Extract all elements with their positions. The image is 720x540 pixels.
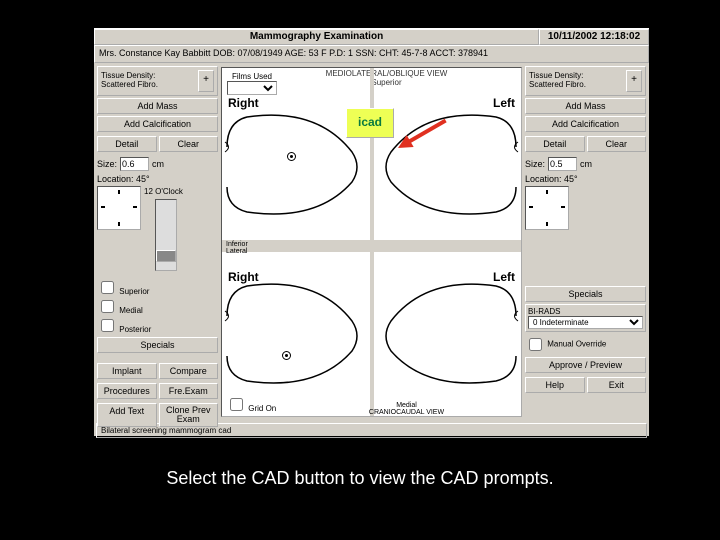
add-calcification-button-r[interactable]: Add Calcification [525,116,646,132]
clone-prev-button[interactable]: Clone Prev Exam [159,403,219,427]
left-label-top: Left [493,96,515,110]
horizontal-divider: Inferior Lateral [222,240,521,252]
window-title: Mammography Examination [94,29,539,45]
slide-caption: Select the CAD button to view the CAD pr… [0,468,720,489]
detail-button[interactable]: Detail [97,136,157,152]
app-window: Mammography Examination 10/11/2002 12:18… [93,27,650,437]
right-panel: Tissue Density: Scattered Fibro. + Add M… [522,63,649,421]
compare-button[interactable]: Compare [159,363,219,379]
implant-button[interactable]: Implant [97,363,157,379]
left-label-bot: Left [493,270,515,284]
status-bar: Bilateral screening mammogram cad [96,423,647,438]
size-label-r: Size: [525,159,545,169]
location-label: Location: 45° [97,174,218,184]
add-mass-button[interactable]: Add Mass [97,98,218,114]
cc-view-label: CRANIOCAUDAL VIEW [369,409,444,416]
marker-right-mlo[interactable] [287,152,296,161]
specials-button[interactable]: Specials [97,337,218,353]
posterior-checkbox[interactable]: Posterior [97,316,218,335]
size-unit-r: cm [580,159,592,169]
tissue-density-label: Tissue Density: Scattered Fibro. [101,72,196,90]
right-cc-quadrant[interactable]: Right [222,266,370,406]
add-text-button[interactable]: Add Text [97,403,157,427]
tissue-plus-button-r[interactable]: + [626,70,642,92]
lateral-label: Lateral [226,248,247,255]
twelve-oclock-label: 12 O'Clock [144,187,183,196]
exit-button[interactable]: Exit [587,377,647,393]
manual-override-checkbox[interactable]: Manual Override [525,335,646,354]
marker-right-cc[interactable] [282,351,291,360]
approve-preview-button[interactable]: Approve / Preview [525,357,646,373]
films-used-label: Films Used [232,72,272,81]
tissue-density-box: Tissue Density: Scattered Fibro. + [97,66,218,96]
clear-button[interactable]: Clear [159,136,219,152]
size-input[interactable] [120,157,149,171]
clock-dial-r[interactable] [525,186,569,230]
medial-label: Medial [396,402,417,409]
clock-dial[interactable] [97,186,141,230]
superior-label: Superior [272,78,501,87]
add-mass-button-r[interactable]: Add Mass [525,98,646,114]
diagram-area: Films Used MEDIOLATERAL/OBLIQUE VIEW Sup… [221,67,522,417]
size-label: Size: [97,159,117,169]
left-cc-quadrant[interactable]: Left [373,266,521,406]
size-input-r[interactable] [548,157,577,171]
patient-summary: Mrs. Constance Kay Babbitt DOB: 07/08/19… [94,45,649,63]
superior-checkbox[interactable]: Superior [97,278,218,297]
tissue-plus-button[interactable]: + [198,70,214,92]
window-header: Mammography Examination 10/11/2002 12:18… [94,28,649,45]
detail-button-r[interactable]: Detail [525,136,585,152]
specials-button-r[interactable]: Specials [525,286,646,302]
free-exam-button[interactable]: Fre.Exam [159,383,219,399]
size-unit: cm [152,159,164,169]
anterior-posterior-slider[interactable] [155,199,177,271]
icad-button[interactable]: icad [346,108,394,138]
grid-on-checkbox[interactable]: Grid On [226,395,276,414]
add-calcification-button[interactable]: Add Calcification [97,116,218,132]
medial-checkbox[interactable]: Medial [97,297,218,316]
mlo-view-label: MEDIOLATERAL/OBLIQUE VIEW [272,69,501,78]
birads-label: BI-RADS [528,307,643,316]
birads-select[interactable]: 0 Indeterminate [528,316,643,329]
right-label-bot: Right [228,270,259,284]
clear-button-r[interactable]: Clear [587,136,647,152]
left-panel: Tissue Density: Scattered Fibro. + Add M… [94,63,221,421]
tissue-density-label-r: Tissue Density: Scattered Fibro. [529,72,624,90]
window-datetime: 10/11/2002 12:18:02 [539,29,649,45]
procedures-button[interactable]: Procedures [97,383,157,399]
inferior-label: Inferior [226,241,248,248]
right-label-top: Right [228,96,259,110]
help-button[interactable]: Help [525,377,585,393]
location-label-r: Location: 45° [525,174,646,184]
